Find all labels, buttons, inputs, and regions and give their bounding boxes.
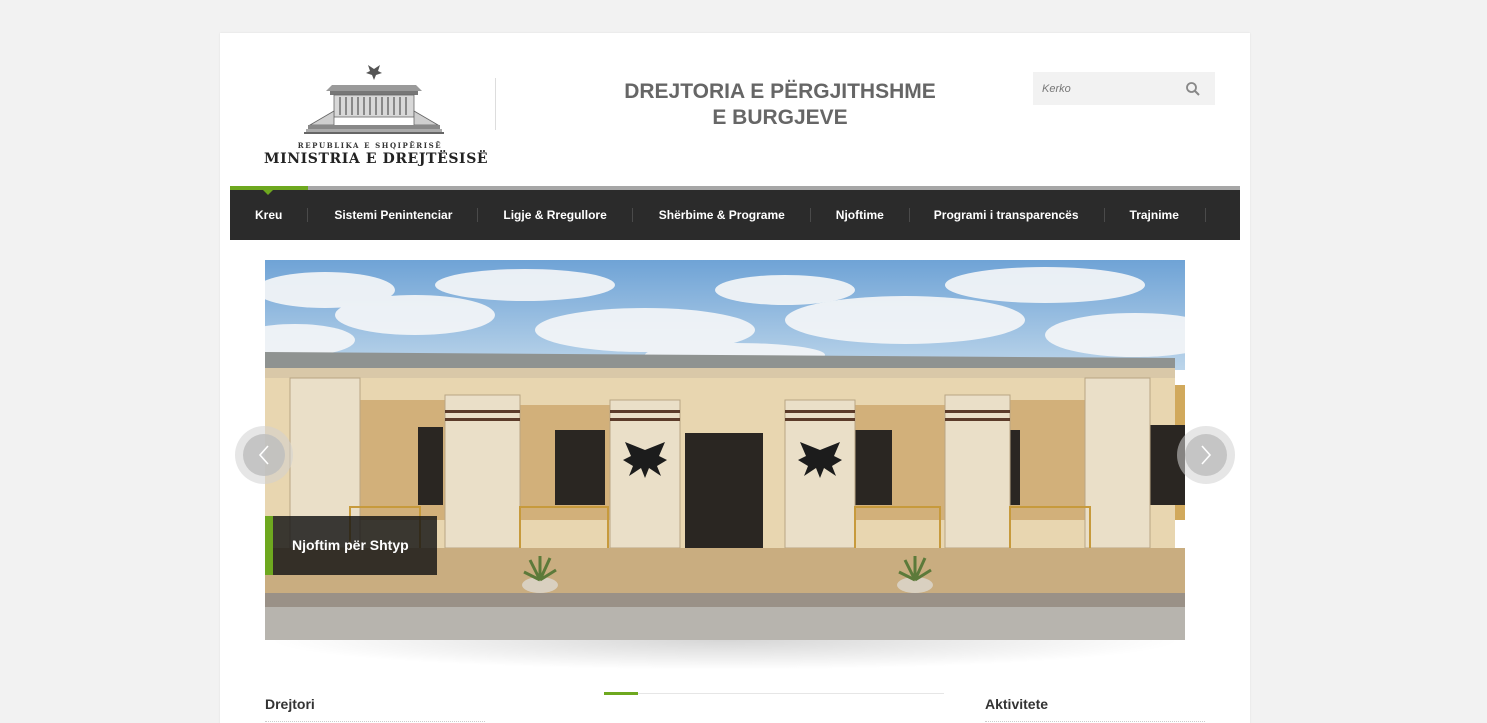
- slide-caption[interactable]: Njoftim për Shtyp: [265, 516, 437, 575]
- logo-republic-text: REPUBLIKA E SHQIPËRISË: [297, 141, 443, 150]
- nav-item-kreu[interactable]: Kreu: [255, 190, 282, 240]
- aktivitete-section-title: Aktivitete: [985, 696, 1049, 712]
- nav-separator: [1204, 208, 1206, 222]
- nav-item-ligje-rregullore[interactable]: Ligje & Rregullore: [503, 190, 606, 240]
- nav-item-sherbime-programe[interactable]: Shërbime & Programe: [659, 190, 785, 240]
- header-divider: [495, 78, 496, 130]
- search-box: [1033, 72, 1215, 105]
- nav-item-njoftime[interactable]: Njoftime: [836, 190, 884, 240]
- slider-shadow: [265, 640, 1185, 670]
- logo-ministry-text: MINISTRIA E DREJTËSISË: [264, 151, 489, 167]
- site-title: DREJTORIA E PËRGJITHSHME E BURGJEVE: [560, 79, 1000, 131]
- nav-item-programi-transparences[interactable]: Programi i transparencës: [934, 190, 1079, 240]
- chevron-right-icon: [1201, 445, 1212, 465]
- nav-item-trajnime[interactable]: Trajnime: [1130, 190, 1179, 240]
- main-navigation: Kreu Sistemi Penintenciar Ligje & Rregul…: [230, 190, 1240, 240]
- ministry-building-emblem-icon: [304, 65, 444, 134]
- nav-separator: [307, 208, 309, 222]
- nav-separator: [477, 208, 479, 222]
- site-title-line1: DREJTORIA E PËRGJITHSHME: [624, 80, 936, 103]
- nav-separator: [908, 208, 910, 222]
- nav-item-sistemi-penintenciar[interactable]: Sistemi Penintenciar: [334, 190, 452, 240]
- nav-separator: [809, 208, 811, 222]
- center-tab-active-indicator[interactable]: [604, 692, 638, 695]
- chevron-left-icon: [258, 445, 269, 465]
- aktivitete-section-rule: [985, 721, 1205, 722]
- nav-separator: [1103, 208, 1105, 222]
- center-tabs-bar: [604, 692, 944, 695]
- slider-next-button[interactable]: [1177, 426, 1235, 484]
- page-container: REPUBLIKA E SHQIPËRISË MINISTRIA E DREJT…: [220, 33, 1250, 723]
- ministry-logo[interactable]: REPUBLIKA E SHQIPËRISË MINISTRIA E DREJT…: [264, 63, 489, 168]
- search-input[interactable]: [1033, 72, 1183, 105]
- slide-image-prison-building: [265, 260, 1185, 640]
- drejtori-section-rule: [265, 721, 485, 722]
- site-title-line2: E BURGJEVE: [712, 106, 848, 129]
- slider-prev-button[interactable]: [235, 426, 293, 484]
- hero-slider[interactable]: Njoftim për Shtyp: [265, 260, 1185, 640]
- nav-separator: [631, 208, 633, 222]
- drejtori-section-title: Drejtori: [265, 696, 315, 712]
- search-icon[interactable]: [1185, 81, 1201, 97]
- slide-caption-text[interactable]: Njoftim për Shtyp: [292, 537, 409, 553]
